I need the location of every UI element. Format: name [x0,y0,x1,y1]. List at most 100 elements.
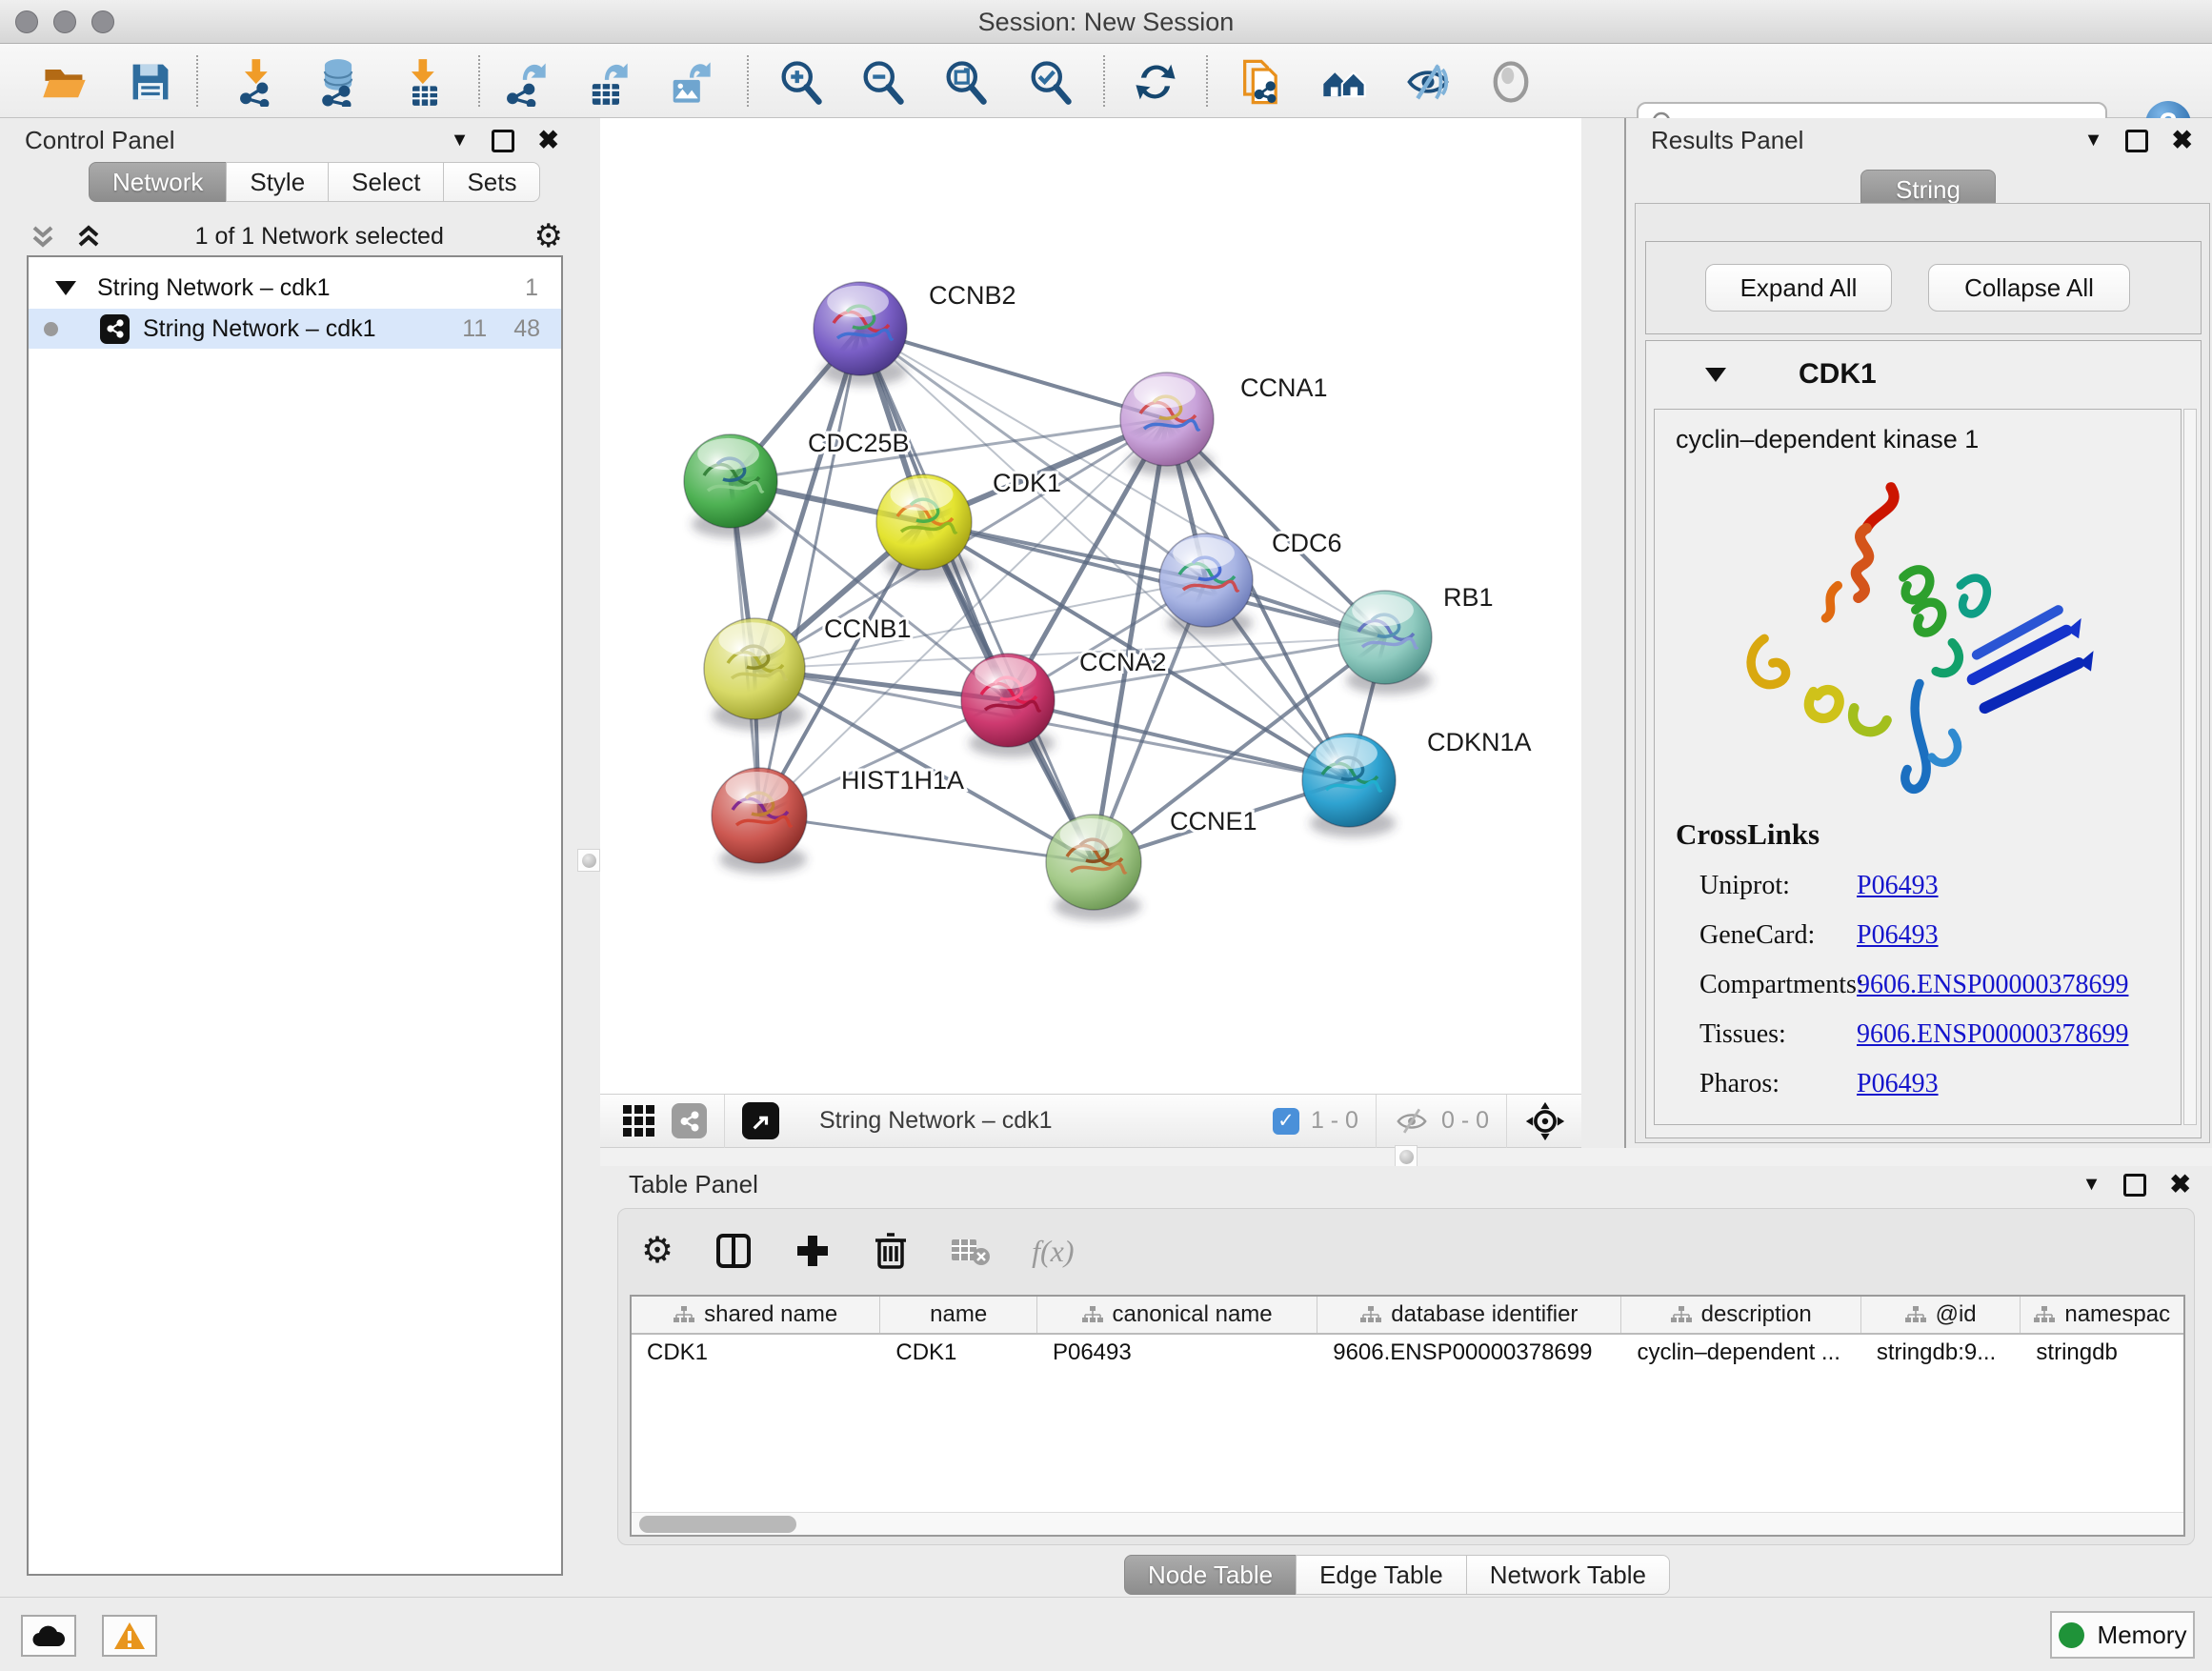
cell-shared-name[interactable]: CDK1 [632,1335,880,1371]
column-header-canonical-name[interactable]: canonical name [1037,1297,1317,1333]
collapse-all-button[interactable]: Collapse All [1928,264,2130,312]
export-table-button[interactable] [582,57,632,107]
tab-edge-table[interactable]: Edge Table [1296,1555,1467,1595]
cell-name[interactable]: CDK1 [880,1335,1037,1371]
crosslink-pharos-link[interactable]: P06493 [1857,1069,1939,1099]
panel-menu-icon[interactable]: ▼ [451,130,470,151]
cell-database-identifier[interactable]: 9606.ENSP00000378699 [1317,1335,1621,1371]
panel-close-icon[interactable]: ✖ [2169,1170,2191,1199]
tab-network-table[interactable]: Network Table [1466,1555,1670,1595]
column-header-shared-name[interactable]: shared name [632,1297,880,1333]
network-edge[interactable] [1008,700,1349,780]
horizontal-splitter[interactable] [600,1148,2212,1166]
network-node-cdk1[interactable]: CDK1 [876,469,1061,580]
crosslink-tissues-link[interactable]: 9606.ENSP00000378699 [1857,1019,2128,1050]
left-splitter[interactable] [578,118,600,1148]
import-table-file-button[interactable] [400,57,450,107]
home-button[interactable] [1319,57,1369,107]
tab-sets[interactable]: Sets [443,162,540,202]
crosslink-compartments-link[interactable]: 9606.ENSP00000378699 [1857,970,2128,1000]
crosslink-label: Tissues: [1676,1019,1857,1050]
toolbar-separator [1506,1095,1507,1148]
add-column-icon[interactable] [794,1232,832,1270]
collection-expand-icon[interactable] [55,281,76,295]
panel-float-icon[interactable] [2125,130,2148,152]
show-panel-button[interactable] [1486,57,1536,107]
panel-close-icon[interactable]: ✖ [537,126,559,155]
cloud-icon [31,1623,66,1648]
open-session-button[interactable] [40,57,90,107]
cloud-status-button[interactable] [21,1615,76,1657]
network-options-gear-icon[interactable]: ⚙ [534,220,563,252]
network-node-hist1h1a[interactable]: HIST1H1A [712,766,964,874]
column-header-id[interactable]: @id [1861,1297,2021,1333]
network-edge[interactable] [759,815,1094,862]
result-entry-header[interactable]: CDK1 [1646,341,2201,408]
splitter-handle-dot[interactable] [1399,1150,1414,1164]
save-session-button[interactable] [126,57,175,107]
table-options-gear-icon[interactable]: ⚙ [641,1233,674,1269]
collapse-all-icon[interactable] [27,220,59,252]
crosslink-uniprot-link[interactable]: P06493 [1857,871,1939,901]
results-scrollbar[interactable] [2183,409,2197,1125]
import-network-from-database-button[interactable] [313,57,363,107]
birds-eye-crosshair-icon[interactable] [1524,1100,1566,1142]
clone-network-button[interactable] [1237,57,1286,107]
column-header-namespace[interactable]: namespac [2021,1297,2183,1333]
cell-id[interactable]: stringdb:9... [1861,1335,2021,1371]
selected-checkbox-icon[interactable]: ✓ [1273,1108,1299,1135]
expand-all-button[interactable]: Expand All [1705,264,1892,312]
network-node-ccnb1[interactable]: CCNB1 [704,614,912,731]
crosslink-genecard-link[interactable]: P06493 [1857,920,1939,951]
network-edge[interactable] [731,419,1167,481]
import-network-file-button[interactable] [233,57,283,107]
zoom-fit-button[interactable] [940,57,990,107]
network-row-selected[interactable]: String Network – cdk1 11 48 [29,309,561,349]
delete-column-icon[interactable] [872,1231,910,1271]
collection-count: 1 [525,274,538,302]
network-collection-row[interactable]: String Network – cdk1 1 [29,267,561,309]
network-node-cdc25b[interactable]: CDC25B [684,429,910,538]
cell-namespace[interactable]: stringdb [2021,1335,2183,1371]
entry-expand-icon[interactable] [1705,368,1726,382]
network-node-ccne1[interactable]: CCNE1 [1046,807,1257,920]
network-canvas[interactable]: CCNB2CCNA1CDC25BCDK1CDC6RB1CCNB1CCNA2CDK… [600,118,1581,1094]
column-header-name[interactable]: name [880,1297,1037,1333]
panel-menu-icon[interactable]: ▼ [2084,130,2103,151]
network-edge[interactable] [759,419,1167,815]
panel-close-icon[interactable]: ✖ [2171,126,2193,155]
cell-description[interactable]: cyclin–dependent ... [1621,1335,1860,1371]
tab-style[interactable]: Style [226,162,329,202]
detach-view-icon[interactable] [742,1102,779,1139]
network-node-rb1[interactable]: RB1 [1338,583,1494,695]
refresh-button[interactable] [1131,57,1180,107]
expand-all-icon[interactable] [72,220,105,252]
network-node-cdkn1a[interactable]: CDKN1A [1302,728,1532,837]
show-columns-icon[interactable] [714,1231,754,1271]
node-label: CDKN1A [1427,728,1532,756]
splitter-handle-dot[interactable] [582,854,596,868]
panel-float-icon[interactable] [492,130,514,152]
tab-node-table[interactable]: Node Table [1124,1555,1297,1595]
grid-view-icon[interactable] [623,1105,654,1137]
network-overview-icon[interactable] [672,1103,707,1138]
network-node-ccna1[interactable]: CCNA1 [1120,372,1328,476]
hide-panel-button[interactable] [1403,57,1453,107]
table-horizontal-scrollbar[interactable] [632,1512,2183,1535]
column-header-database-identifier[interactable]: database identifier [1317,1297,1621,1333]
scrollbar-thumb[interactable] [639,1516,796,1533]
tab-network[interactable]: Network [89,162,227,202]
panel-float-icon[interactable] [2123,1174,2146,1197]
tab-select[interactable]: Select [328,162,444,202]
zoom-selected-button[interactable] [1025,57,1075,107]
warnings-button[interactable] [102,1615,157,1657]
panel-menu-icon[interactable]: ▼ [2082,1174,2101,1196]
zoom-out-button[interactable] [857,57,907,107]
export-image-button[interactable] [665,57,714,107]
export-network-button[interactable] [500,57,550,107]
column-header-description[interactable]: description [1621,1297,1860,1333]
cell-canonical-name[interactable]: P06493 [1037,1335,1317,1371]
table-row[interactable]: CDK1 CDK1 P06493 9606.ENSP00000378699 cy… [632,1335,2183,1371]
zoom-in-button[interactable] [775,57,825,107]
memory-button[interactable]: Memory [2050,1611,2195,1659]
